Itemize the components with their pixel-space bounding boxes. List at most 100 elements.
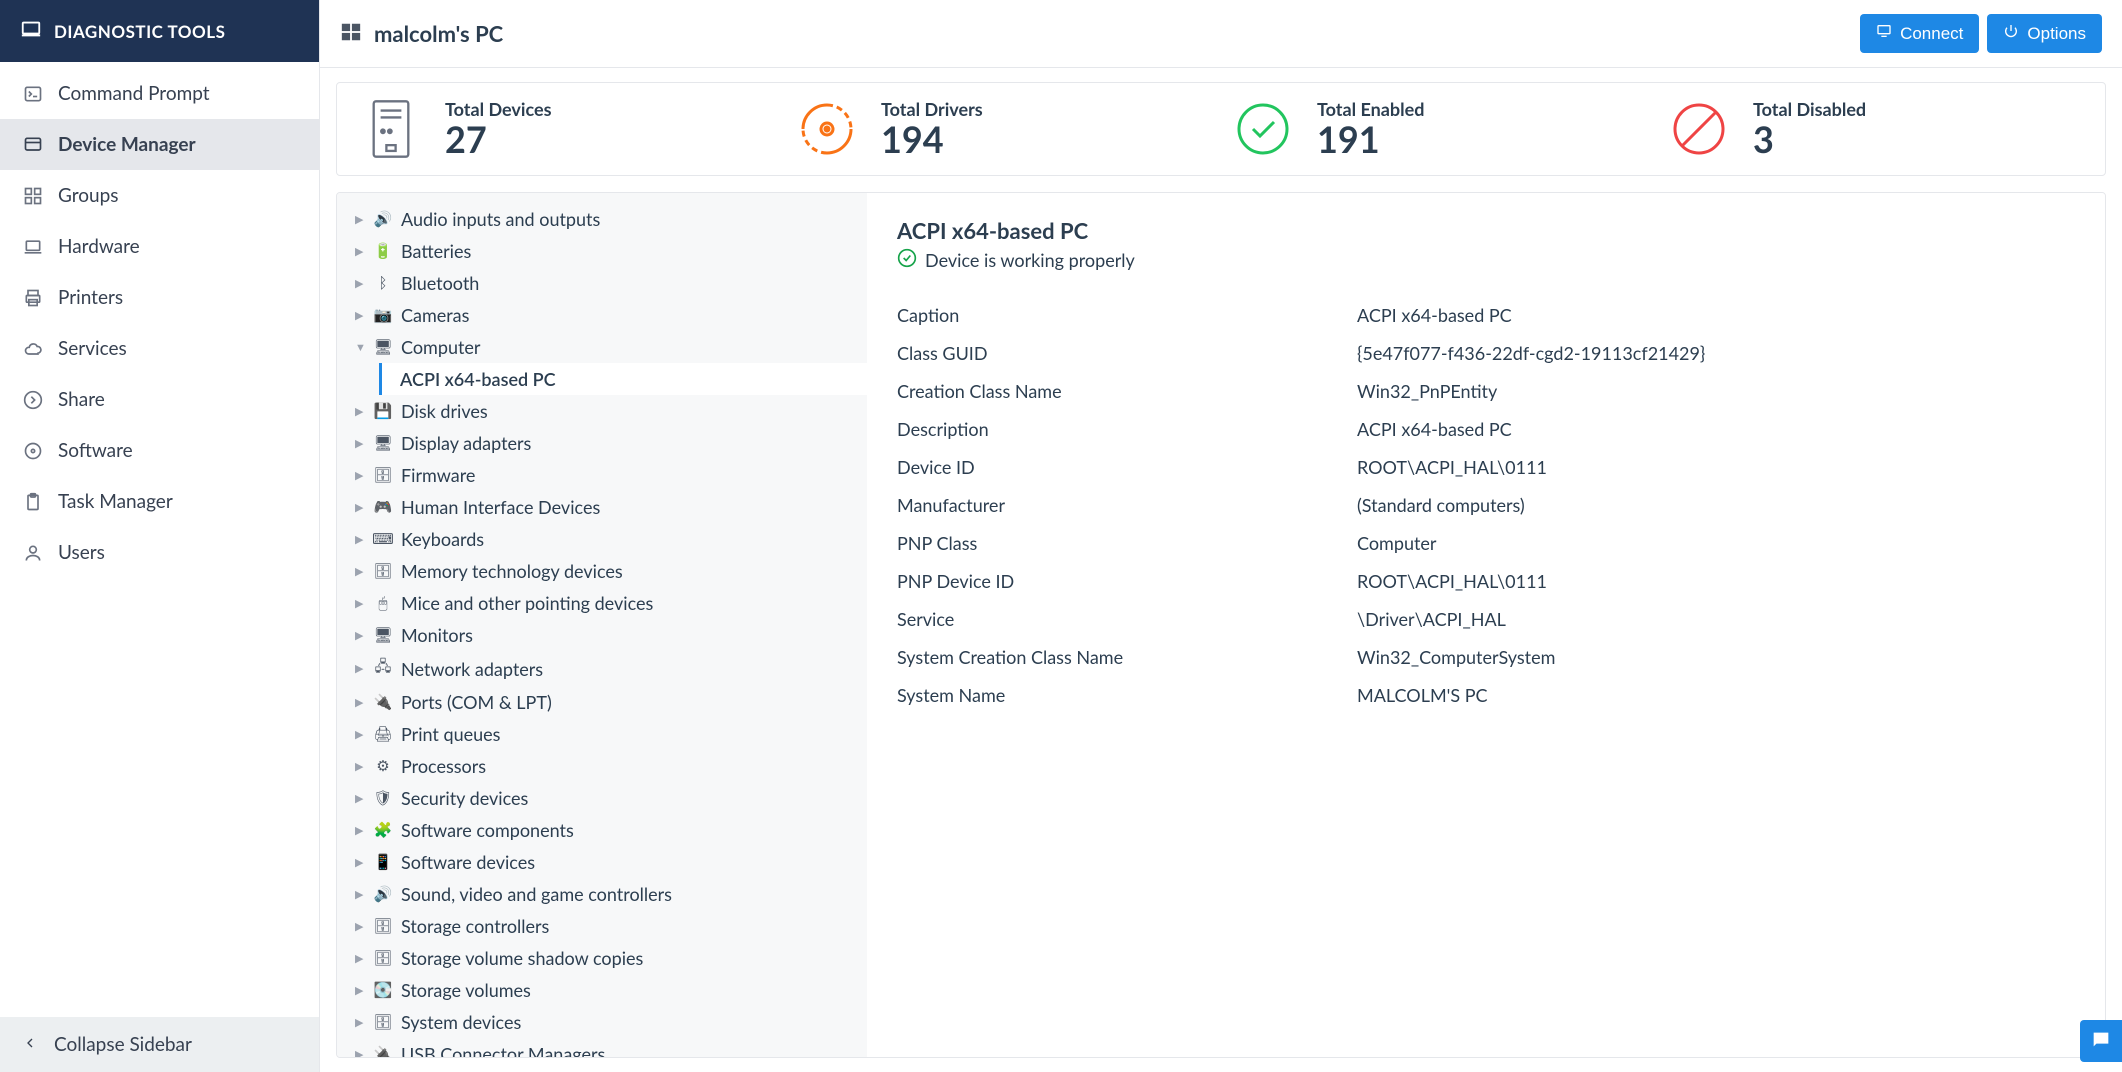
category-icon: 🎮: [373, 498, 393, 516]
chevron-left-icon: [22, 1033, 38, 1056]
category-icon: ⚙: [373, 757, 393, 775]
sidebar-item-printers[interactable]: Printers: [0, 272, 319, 323]
chevron-icon: ▶: [355, 760, 365, 773]
sidebar-item-software[interactable]: Software: [0, 425, 319, 476]
tree-item[interactable]: ▶ 🗄 Storage controllers: [337, 910, 867, 942]
tree-item[interactable]: ▶ 🔌 Ports (COM & LPT): [337, 686, 867, 718]
stat-card-total-devices: Total Devices 27: [359, 97, 775, 161]
tree-item[interactable]: ▶ 🖥 Display adapters: [337, 427, 867, 459]
tree-item-label: Audio inputs and outputs: [401, 208, 600, 230]
tree-item[interactable]: ▶ 🗄 Storage volume shadow copies: [337, 942, 867, 974]
category-icon: 🖥: [373, 434, 393, 452]
sidebar-item-services[interactable]: Services: [0, 323, 319, 374]
category-icon: 🖥: [373, 626, 393, 644]
collapse-sidebar-button[interactable]: Collapse Sidebar: [0, 1017, 319, 1072]
page-title: malcolm's PC: [374, 20, 503, 47]
category-icon: 🗄: [373, 917, 393, 935]
tree-item[interactable]: ▶ ᛒ Bluetooth: [337, 267, 867, 299]
tree-item[interactable]: ▶ 🎮 Human Interface Devices: [337, 491, 867, 523]
sidebar-item-command-prompt[interactable]: Command Prompt: [0, 68, 319, 119]
tree-item[interactable]: ▶ 🖨 Print queues: [337, 718, 867, 750]
tree-item[interactable]: ▶ 💽 Storage volumes: [337, 974, 867, 1006]
tree-item-child[interactable]: ACPI x64-based PC: [379, 363, 867, 395]
property-value: Computer: [1357, 532, 2075, 554]
chat-button[interactable]: [2080, 1020, 2122, 1062]
property-label: System Creation Class Name: [897, 646, 1357, 668]
property-label: Class GUID: [897, 342, 1357, 364]
property-value: Win32_PnPEntity: [1357, 380, 2075, 402]
tree-item-label: Memory technology devices: [401, 560, 623, 582]
category-icon: 💽: [373, 981, 393, 999]
category-icon: 🖨: [373, 725, 393, 743]
tree-item[interactable]: ▶ 🗄 Memory technology devices: [337, 555, 867, 587]
stat-text: Total Disabled 3: [1753, 98, 1866, 160]
stats-row: Total Devices 27 Total Drivers 194 Total…: [336, 82, 2106, 176]
tree-item[interactable]: ▶ 🔌 USB Connector Managers: [337, 1038, 867, 1057]
tree-item-label: Computer: [401, 336, 480, 358]
property-label: Creation Class Name: [897, 380, 1357, 402]
property-row: Creation Class Name Win32_PnPEntity: [897, 372, 2075, 410]
category-icon: 🗄: [373, 562, 393, 580]
property-row: Class GUID {5e47f077-f436-22df-cgd2-1911…: [897, 334, 2075, 372]
tree-item[interactable]: ▶ 📷 Cameras: [337, 299, 867, 331]
connect-icon: [1876, 23, 1892, 44]
tree-item[interactable]: ▶ 🖥 Monitors: [337, 619, 867, 651]
tree-item[interactable]: ▶ ⚙ Processors: [337, 750, 867, 782]
chevron-icon: ▶: [355, 597, 365, 610]
main-content: malcolm's PC Connect Options Total Devic…: [320, 0, 2122, 1072]
tree-item[interactable]: ▶ ⌨ Keyboards: [337, 523, 867, 555]
tree-item-label: USB Connector Managers: [401, 1043, 605, 1057]
sidebar-item-label: Software: [58, 439, 133, 462]
sidebar: DIAGNOSTIC TOOLS Command Prompt Device M…: [0, 0, 320, 1072]
category-icon: ⌨: [373, 530, 393, 548]
tree-item-label: Cameras: [401, 304, 469, 326]
tree-item[interactable]: ▶ 🗄 Firmware: [337, 459, 867, 491]
tree-item[interactable]: ▶ 💾 Disk drives: [337, 395, 867, 427]
property-label: Description: [897, 418, 1357, 440]
category-icon: 🗄: [373, 949, 393, 967]
printer-icon: [22, 287, 44, 309]
stat-text: Total Enabled 191: [1317, 98, 1424, 160]
sidebar-item-users[interactable]: Users: [0, 527, 319, 578]
sidebar-item-device-manager[interactable]: Device Manager: [0, 119, 319, 170]
sidebar-item-share[interactable]: Share: [0, 374, 319, 425]
category-icon: 🗄: [373, 1013, 393, 1031]
tree-item[interactable]: ▶ 🔊 Audio inputs and outputs: [337, 203, 867, 235]
stat-text: Total Drivers 194: [881, 98, 983, 160]
property-label: PNP Device ID: [897, 570, 1357, 592]
stat-card-total-enabled: Total Enabled 191: [1231, 97, 1647, 161]
connect-button[interactable]: Connect: [1860, 14, 1979, 53]
sidebar-item-hardware[interactable]: Hardware: [0, 221, 319, 272]
topbar-actions: Connect Options: [1860, 14, 2102, 53]
tree-item-label: Software components: [401, 819, 574, 841]
category-icon: 🛡: [373, 789, 393, 807]
tree-item[interactable]: ▶ 🔊 Sound, video and game controllers: [337, 878, 867, 910]
device-detail-panel: ACPI x64-based PC Device is working prop…: [867, 193, 2105, 1057]
tree-item[interactable]: ▼ 🖥 Computer: [337, 331, 867, 363]
category-icon: 🖧: [373, 656, 393, 681]
tree-item-label: Storage volume shadow copies: [401, 947, 643, 969]
property-value: (Standard computers): [1357, 494, 2075, 516]
chevron-icon: ▶: [355, 309, 365, 322]
chevron-icon: ▶: [355, 792, 365, 805]
property-value: ACPI x64-based PC: [1357, 304, 2075, 326]
sidebar-item-groups[interactable]: Groups: [0, 170, 319, 221]
sidebar-item-task-manager[interactable]: Task Manager: [0, 476, 319, 527]
category-icon: 🗄: [373, 466, 393, 484]
tree-item[interactable]: ▶ 🧩 Software components: [337, 814, 867, 846]
tree-item-label: Keyboards: [401, 528, 484, 550]
chevron-icon: ▶: [355, 1048, 365, 1058]
tree-item[interactable]: ▶ 🖧 Network adapters: [337, 651, 867, 686]
options-button[interactable]: Options: [1987, 14, 2102, 53]
tree-item[interactable]: ▶ 🗄 System devices: [337, 1006, 867, 1038]
tree-item-label: Storage controllers: [401, 915, 549, 937]
tree-item[interactable]: ▶ 🔋 Batteries: [337, 235, 867, 267]
topbar-left: malcolm's PC: [340, 20, 503, 47]
windows-icon: [340, 21, 362, 46]
tree-item[interactable]: ▶ 🖱 Mice and other pointing devices: [337, 587, 867, 619]
property-row: Device ID ROOT\ACPI_HAL\0111: [897, 448, 2075, 486]
property-label: PNP Class: [897, 532, 1357, 554]
tree-item[interactable]: ▶ 📱 Software devices: [337, 846, 867, 878]
chevron-icon: ▶: [355, 952, 365, 965]
tree-item[interactable]: ▶ 🛡 Security devices: [337, 782, 867, 814]
